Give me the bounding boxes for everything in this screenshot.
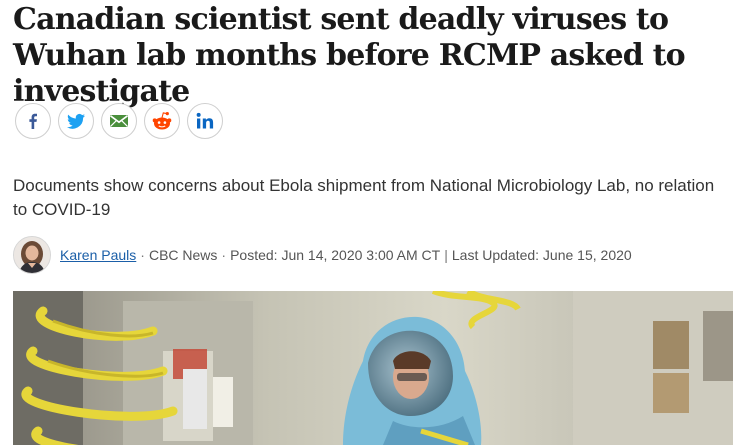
- share-email-button[interactable]: [101, 103, 137, 139]
- reddit-icon: [152, 112, 172, 130]
- share-twitter-button[interactable]: [58, 103, 94, 139]
- facebook-icon: [29, 113, 37, 129]
- twitter-icon: [67, 113, 85, 129]
- posted-date: Posted: Jun 14, 2020 3:00 AM CT: [230, 247, 441, 263]
- author-link[interactable]: Karen Pauls: [60, 247, 136, 263]
- byline: Karen Pauls · CBC News · Posted: Jun 14, 202…: [13, 236, 632, 274]
- share-linkedin-button[interactable]: [187, 103, 223, 139]
- article-deck: Documents show concerns about Ebola ship…: [13, 176, 715, 219]
- hero-image[interactable]: [13, 291, 733, 445]
- share-reddit-button[interactable]: [144, 103, 180, 139]
- share-facebook-button[interactable]: [15, 103, 51, 139]
- linkedin-icon: [196, 112, 214, 129]
- byline-divider: |: [444, 247, 448, 263]
- byline-meta: Karen Pauls · CBC News · Posted: Jun 14, 202…: [60, 247, 632, 263]
- byline-separator: ·: [221, 247, 227, 263]
- email-icon: [110, 115, 128, 127]
- byline-outlet: CBC News: [148, 247, 218, 263]
- updated-date: Last Updated: June 15, 2020: [451, 247, 632, 263]
- byline-separator: ·: [140, 247, 145, 263]
- article-headline: Canadian scientist sent deadly viruses t…: [13, 2, 686, 109]
- share-toolbar: [15, 103, 223, 141]
- author-avatar[interactable]: [13, 236, 51, 274]
